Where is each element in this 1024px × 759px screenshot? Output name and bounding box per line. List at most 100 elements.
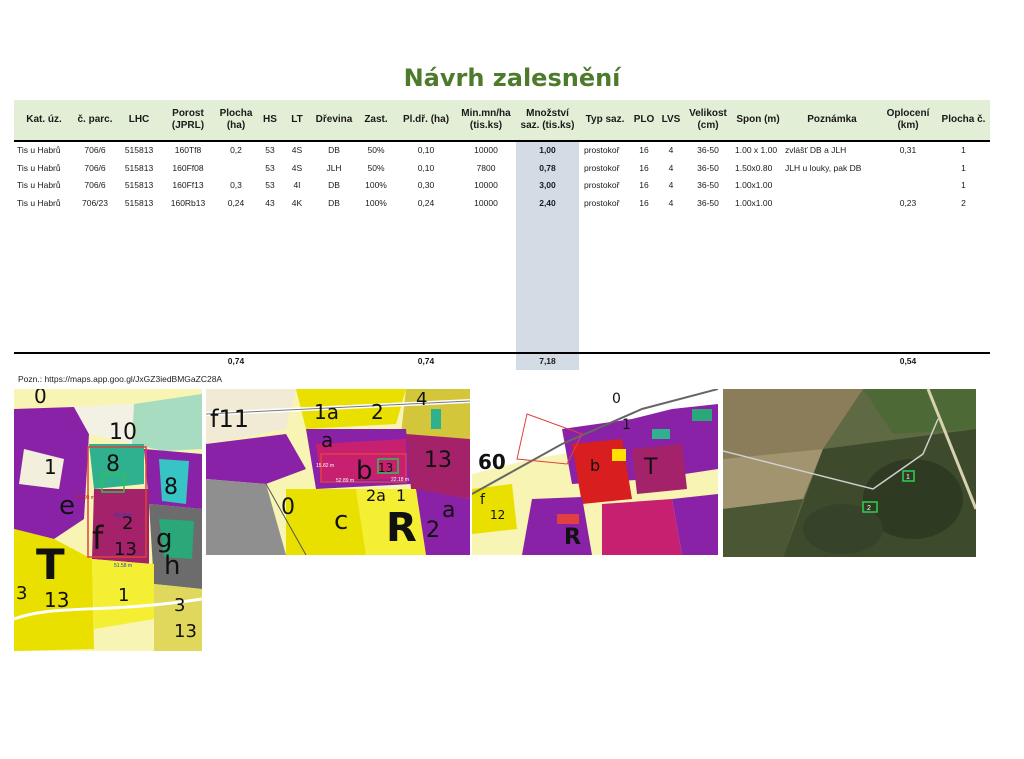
column-header: Plocha (ha) [219, 108, 253, 131]
cell-oploceni [879, 159, 937, 177]
cell-plo: 16 [639, 145, 649, 155]
map2-measure-2: 22.18 m [391, 477, 409, 483]
map2-label-4: a [321, 428, 333, 452]
cell-plocha-c: 2 [961, 197, 966, 208]
map2-measure-0: 52.89 m [336, 478, 354, 484]
cell-plo: 16 [639, 180, 649, 190]
column-header: Dřevina [315, 114, 353, 125]
cell-mnozstvi: 2,40 [539, 197, 556, 208]
cell-typ: prostokoř [584, 145, 620, 155]
map2-label-5: b [356, 456, 373, 486]
cell-lvs: 4 [668, 197, 674, 208]
cell-drevina: JLH [326, 162, 342, 173]
column-header: Kat. úz. [26, 114, 62, 125]
forest-map-3: 60 0 1 b T R f 12 [472, 389, 718, 555]
map2-label-7: 13 [424, 448, 452, 473]
map3-label-5: R [564, 525, 581, 550]
cell-mnozstvi: 3,00 [539, 180, 556, 190]
column-header: Typ saz. [585, 114, 625, 125]
cell-lvs: 4 [668, 162, 674, 173]
cell-pldr: 0,24 [417, 197, 435, 208]
cell-hs: 53 [265, 180, 275, 190]
cell-drevina: DB [328, 180, 340, 190]
map2-label-9: c [334, 506, 348, 536]
cell-plocha: 0,3 [230, 180, 242, 190]
cell-velikost: 36-50 [697, 180, 719, 190]
map1-label-10: g [156, 524, 173, 554]
cell-kat-uz: Tis u Habrů [17, 197, 61, 208]
column-header: Plocha č. [941, 114, 986, 125]
map1-measure-2: 51.58 m [114, 563, 132, 569]
cell-kat-uz: Tis u Habrů [17, 162, 61, 173]
map3-label-1: 0 [612, 391, 621, 407]
cell-pldr: 0,10 [417, 145, 435, 155]
cell-poznamka [785, 194, 885, 212]
map1-measure-0: 104.00 m [74, 495, 95, 501]
total-mnozstvi: 7,18 [539, 356, 556, 366]
forest-map-3-graphic: 60 0 1 b T R f 12 [472, 389, 718, 555]
cell-zast: 100% [365, 180, 387, 190]
forest-map-2: f11 1a 2 4 a b 13 13 0 c R 2 a 1 2a 52.8… [206, 389, 470, 555]
map3-label-7: 12 [490, 508, 505, 522]
cell-hs: 53 [265, 162, 275, 173]
cell-kat-uz: Tis u Habrů [17, 180, 61, 190]
column-header: Spon (m) [736, 114, 780, 125]
column-header: č. parc. [77, 114, 113, 125]
cell-lt: 4I [293, 180, 301, 190]
map2-label-10: R [386, 505, 417, 551]
map2-label-14: 2a [366, 486, 386, 505]
cell-lvs: 4 [668, 145, 674, 155]
column-header: LT [291, 114, 303, 125]
cell-mnozstvi: 0,78 [539, 162, 556, 173]
map2-label-2: 2 [371, 400, 384, 424]
column-header: Pl.dř. (ha) [402, 114, 450, 125]
cell-zast: 50% [367, 145, 385, 155]
cell-velikost: 36-50 [697, 197, 719, 208]
map1-label-0: 0 [34, 389, 47, 408]
cell-typ: prostokoř [584, 162, 620, 173]
cell-typ: prostokoř [584, 197, 620, 208]
cell-parc: 706/6 [84, 162, 106, 173]
table-row: Tis u Habrů 706/23 515813 160Rb13 0,24 43 4K DB… [0, 194, 1024, 212]
map1-label-4: 8 [164, 475, 178, 500]
total-pldr: 0,74 [417, 356, 435, 366]
column-header: Poznámka [807, 114, 857, 125]
cell-plocha-c: 1 [961, 180, 966, 190]
cell-lhc: 515813 [124, 162, 154, 173]
forest-map-1-graphic: 0 10 1 8 8 e f 2 13 T g h 3 13 1 3 13 10… [14, 389, 202, 651]
cell-pldr: 0,10 [417, 162, 435, 173]
map1-label-11: h [164, 551, 180, 581]
map2-label-8: 0 [281, 495, 295, 520]
cell-poznamka: zvlášť DB a JLH [785, 145, 847, 155]
map1-label-3: 8 [106, 452, 120, 477]
cell-velikost: 36-50 [697, 162, 719, 173]
column-header: Velikost (cm) [689, 108, 727, 131]
map1-label-13: 13 [44, 588, 69, 612]
map1-label-12: 3 [16, 583, 27, 604]
note-link[interactable]: Pozn.: https://maps.app.goo.gl/JxGZ3iedB… [18, 374, 222, 384]
cell-porost: 160Ff08 [172, 162, 204, 173]
cell-parc: 706/6 [84, 145, 106, 155]
cell-zast: 50% [367, 162, 385, 173]
cell-zast: 100% [365, 197, 387, 208]
cell-spon: 1.00x1.00 [735, 197, 773, 208]
map2-label-0: f11 [210, 405, 249, 433]
cell-poznamka [785, 176, 885, 194]
cell-plo: 16 [639, 197, 649, 208]
cell-oploceni [879, 176, 937, 194]
cell-spon: 1.00x1.00 [735, 180, 773, 190]
cell-lhc: 515813 [124, 145, 154, 155]
cell-minmn: 10000 [474, 197, 498, 208]
satellite-label-2: 2 [867, 505, 871, 512]
cell-plocha [214, 159, 258, 177]
satellite-map-graphic: 1 2 [723, 389, 976, 557]
cell-hs: 43 [265, 197, 275, 208]
map1-label-15: 3 [174, 595, 185, 616]
column-header: LVS [661, 114, 681, 125]
map3-label-3: b [590, 456, 600, 475]
cell-plocha-c: 1 [961, 162, 966, 173]
table-row: Tis u Habrů 706/6 515813 160Tf8 0,2 53 4S DB 50%… [0, 141, 1024, 159]
column-header: Porost (JPRL) [171, 108, 205, 131]
column-header: Oplocení (km) [886, 108, 930, 131]
table-row: Tis u Habrů 706/6 515813 160Ff13 0,3 53 4I DB 10… [0, 176, 1024, 194]
